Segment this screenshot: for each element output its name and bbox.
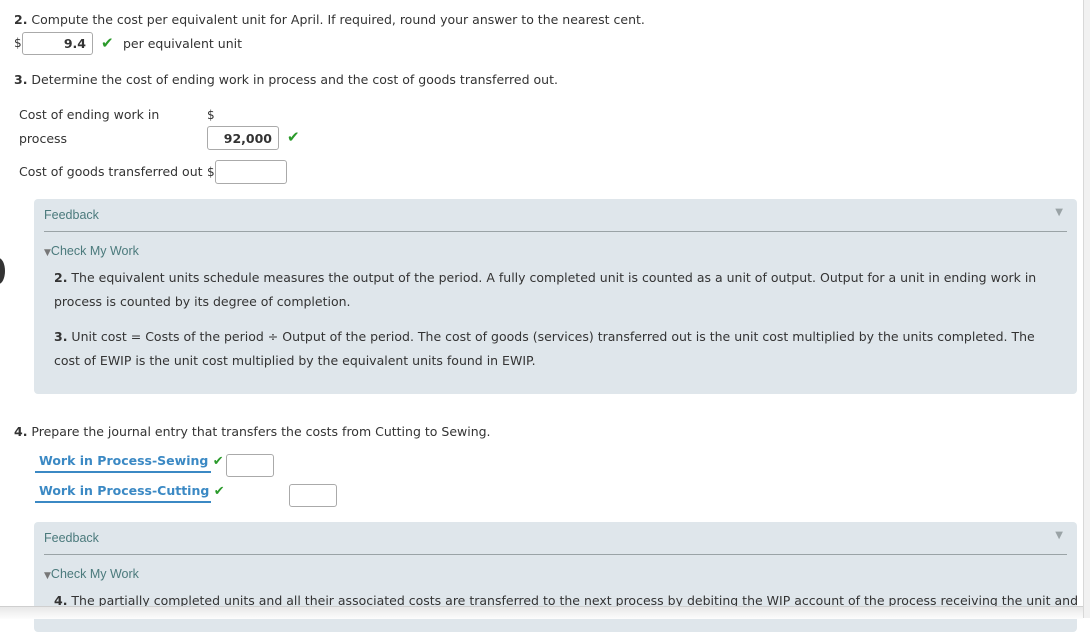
debit-amount-input[interactable] [226, 454, 274, 477]
currency-symbol: $ [14, 36, 22, 50]
expanded-triangle-icon: ▼ [44, 571, 51, 581]
question-number: 3. [14, 72, 28, 87]
question-4-prompt: 4. Prepare the journal entry that transf… [14, 424, 491, 439]
collapse-icon[interactable]: ▼ [1055, 207, 1063, 218]
question-3-prompt: 3. Determine the cost of ending work in … [14, 72, 558, 87]
cost-per-equivalent-unit-input[interactable] [22, 32, 93, 55]
check-my-work-toggle[interactable]: ▼Check My Work [44, 243, 139, 258]
question-number: 2. [14, 12, 28, 27]
correct-check-icon: ✔ [101, 34, 114, 52]
currency-symbol: $ [207, 165, 215, 179]
correct-check-icon: ✔ [213, 484, 225, 499]
vertical-scrollbar[interactable] [1083, 0, 1090, 618]
account-name: Work in Process-Cutting [39, 483, 210, 498]
check-my-work-toggle[interactable]: ▼Check My Work [44, 566, 139, 581]
correct-check-icon: ✔ [212, 454, 224, 469]
correct-check-icon: ✔ [287, 128, 300, 146]
account-name: Work in Process-Sewing [39, 453, 209, 468]
check-my-work-label: Check My Work [50, 567, 139, 581]
divider [44, 231, 1067, 232]
left-edge-control [0, 258, 5, 284]
unit-label: per equivalent unit [123, 36, 242, 51]
question-number: 4. [14, 424, 28, 439]
item-text: The equivalent units schedule measures t… [54, 270, 1037, 309]
feedback-item: 2. The equivalent units schedule measure… [54, 266, 1069, 314]
horizontal-scrollbar[interactable] [0, 606, 1083, 619]
question-text: Prepare the journal entry that transfers… [27, 424, 491, 439]
ending-wip-label-line2: process [19, 131, 68, 146]
collapse-icon[interactable]: ▼ [1055, 530, 1063, 541]
ending-wip-label-line1: Cost of ending work in [19, 107, 160, 122]
currency-symbol: $ [207, 108, 215, 122]
feedback-item: 3. Unit cost = Costs of the period ÷ Out… [54, 325, 1054, 373]
check-my-work-label: Check My Work [50, 244, 139, 258]
expanded-triangle-icon: ▼ [44, 248, 51, 258]
feedback-panel: Feedback ▼ ▼Check My Work 2. The equival… [34, 199, 1077, 394]
item-text: Unit cost = Costs of the period ÷ Output… [54, 329, 1035, 368]
goods-transferred-out-input[interactable] [215, 160, 287, 184]
feedback-title: Feedback [44, 208, 99, 222]
question-text: Determine the cost of ending work in pro… [27, 72, 558, 87]
ending-wip-cost-input[interactable] [207, 126, 279, 150]
item-number: 3. [54, 329, 68, 344]
goods-transferred-out-label: Cost of goods transferred out [19, 164, 203, 179]
question-text: Compute the cost per equivalent unit for… [27, 12, 645, 27]
journal-account-select-cutting[interactable]: Work in Process-Cutting ✔ [35, 483, 225, 503]
feedback-title: Feedback [44, 531, 99, 545]
credit-amount-input[interactable] [289, 484, 337, 507]
journal-account-select-sewing[interactable]: Work in Process-Sewing ✔ [35, 453, 224, 473]
divider [44, 554, 1067, 555]
item-number: 2. [54, 270, 68, 285]
question-2-prompt: 2. Compute the cost per equivalent unit … [14, 12, 645, 27]
